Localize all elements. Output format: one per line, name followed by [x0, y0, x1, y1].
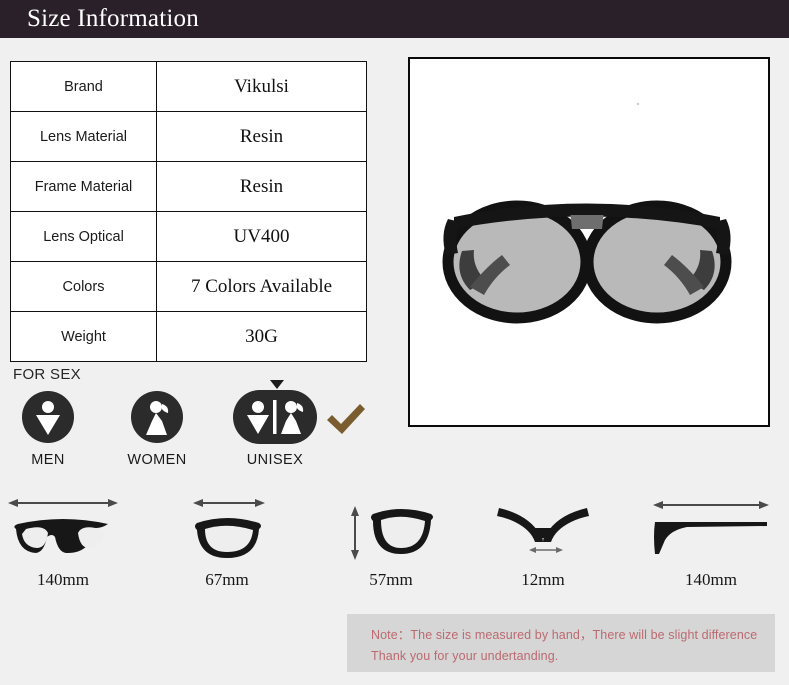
- spec-label: Lens Optical: [10, 211, 157, 262]
- female-figure-icon: [102, 388, 212, 446]
- table-row: Weight 30G: [10, 311, 367, 362]
- temple-length-icon: [632, 492, 789, 570]
- sex-option-men[interactable]: MEN: [0, 388, 103, 468]
- page-title: Size Information: [27, 5, 199, 32]
- for-sex-label: FOR SEX: [13, 366, 81, 383]
- product-photo: [408, 57, 770, 427]
- measurement-value: 140mm: [685, 570, 737, 589]
- spec-value: Resin: [156, 161, 367, 212]
- measurement-frame-total-width: 140mm: [0, 492, 142, 590]
- spec-value: 30G: [156, 311, 367, 362]
- unisex-figures-icon: [220, 388, 330, 446]
- measurement-value: 140mm: [37, 570, 89, 589]
- measurement-value: 57mm: [369, 570, 413, 589]
- table-row: Brand Vikulsi: [10, 61, 367, 112]
- lens-width-icon: [148, 492, 306, 570]
- sex-option-unisex[interactable]: UNISEX: [220, 388, 330, 468]
- specification-table: Brand Vikulsi Lens Material Resin Frame …: [10, 61, 367, 362]
- sunglasses-product-image: [410, 59, 764, 421]
- table-row: Lens Optical UV400: [10, 211, 367, 262]
- frame-total-width-icon: [0, 492, 142, 570]
- measurement-lens-height: 57mm: [312, 492, 470, 590]
- note-box: Note：The size is measured by hand，There …: [347, 614, 775, 672]
- spec-value: UV400: [156, 211, 367, 262]
- check-icon: [324, 400, 368, 443]
- lens-height-icon: [312, 492, 470, 570]
- table-row: Lens Material Resin: [10, 111, 367, 162]
- spec-label: Brand: [10, 61, 157, 112]
- spec-value: 7 Colors Available: [156, 261, 367, 312]
- spec-value: Resin: [156, 111, 367, 162]
- measurement-value: 67mm: [205, 570, 249, 589]
- bridge-width-icon: [464, 492, 622, 570]
- table-row: Frame Material Resin: [10, 161, 367, 212]
- spec-label: Frame Material: [10, 161, 157, 212]
- sex-option-label: WOMEN: [127, 452, 187, 468]
- measurement-lens-width: 67mm: [148, 492, 306, 590]
- spec-label: Weight: [10, 311, 157, 362]
- measurement-value: 12mm: [521, 570, 565, 589]
- spec-label: Lens Material: [10, 111, 157, 162]
- measurement-bridge-width: 12mm: [464, 492, 622, 590]
- male-figure-icon: [0, 388, 103, 446]
- sex-option-label: UNISEX: [246, 452, 304, 468]
- measurements-row: 140mm 67mm 57mm 12mm 140mm: [0, 492, 789, 597]
- spec-label: Colors: [10, 261, 157, 312]
- spec-value: Vikulsi: [156, 61, 367, 112]
- selected-marker-icon: [270, 380, 284, 389]
- sex-option-women[interactable]: WOMEN: [102, 388, 212, 468]
- note-line-1: Note：The size is measured by hand，There …: [371, 628, 758, 642]
- sex-option-label: MEN: [31, 452, 65, 468]
- table-row: Colors 7 Colors Available: [10, 261, 367, 312]
- measurement-temple-length: 140mm: [632, 492, 789, 590]
- note-line-2: Thank you for your undertanding.: [371, 649, 559, 663]
